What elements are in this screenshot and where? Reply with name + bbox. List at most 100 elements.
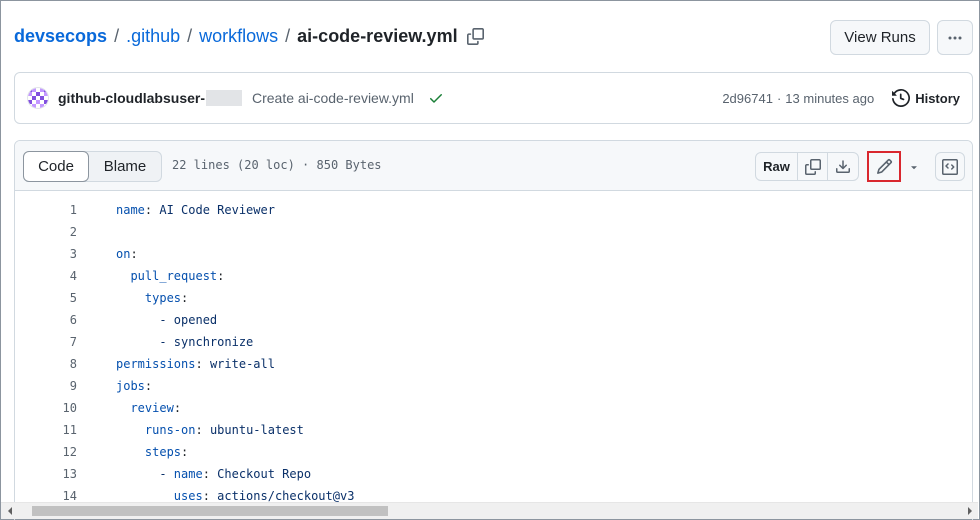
breadcrumb-github-link[interactable]: .github — [126, 26, 180, 47]
line-number[interactable]: 4 — [15, 269, 77, 283]
yaml-key: pull_request — [130, 269, 218, 283]
triangle-down-icon — [911, 166, 917, 170]
breadcrumb-separator: / — [114, 26, 120, 46]
code-line: 9 jobs: — [15, 375, 972, 397]
yaml-key: name — [173, 467, 203, 481]
yaml-value: actions/checkout@v3 — [209, 489, 355, 503]
scroll-left-arrow-icon[interactable] — [1, 503, 18, 519]
breadcrumb-file-name: ai-code-review.yml — [297, 26, 458, 46]
history-button[interactable]: History — [892, 89, 960, 107]
commit-age: 13 minutes ago — [785, 90, 875, 106]
yaml-value: - synchronize — [159, 335, 254, 349]
file-actions-group: Raw — [755, 152, 859, 181]
yaml-colon: : — [130, 247, 138, 261]
latest-commit-box: github-cloudlabsuser- Create ai-code-rev… — [14, 72, 973, 124]
line-content: name: AI Code Reviewer — [116, 203, 275, 217]
commit-message-link[interactable]: Create ai-code-review.yml — [252, 90, 414, 106]
yaml-key: uses — [173, 489, 203, 503]
code-line: 3 on: — [15, 243, 972, 265]
line-number[interactable]: 9 — [15, 379, 77, 393]
line-content: pull_request: — [116, 269, 224, 283]
yaml-value: AI Code Reviewer — [152, 203, 275, 217]
yaml-colon: : — [202, 489, 210, 503]
tab-code[interactable]: Code — [23, 151, 89, 182]
scroll-right-arrow-icon[interactable] — [961, 503, 978, 519]
line-number[interactable]: 3 — [15, 247, 77, 261]
yaml-key: types — [144, 291, 182, 305]
view-mode-toggle: Code Blame — [23, 151, 162, 182]
yaml-value: write-all — [202, 357, 275, 371]
line-content: - name: Checkout Repo — [116, 467, 311, 481]
yaml-value: - opened — [159, 313, 218, 327]
kebab-horizontal-icon — [947, 30, 963, 46]
line-number[interactable]: 11 — [15, 423, 77, 437]
line-number[interactable]: 6 — [15, 313, 77, 327]
yaml-key: jobs — [116, 379, 145, 393]
breadcrumb-workflows-link[interactable]: workflows — [199, 26, 278, 47]
symbols-panel-button[interactable] — [935, 152, 965, 181]
copy-path-icon[interactable] — [466, 28, 484, 45]
history-label: History — [915, 90, 960, 106]
code-line: 8 permissions: write-all — [15, 353, 972, 375]
avatar[interactable] — [27, 87, 49, 109]
line-number[interactable]: 1 — [15, 203, 77, 217]
download-button[interactable] — [828, 153, 858, 180]
yaml-colon: : — [144, 379, 153, 393]
yaml-key: on — [116, 247, 131, 261]
line-number[interactable]: 13 — [15, 467, 77, 481]
commit-info: 2d96741 · 13 minutes ago History — [722, 89, 960, 107]
breadcrumb-separator: / — [285, 26, 291, 46]
yaml-colon: : — [195, 423, 203, 437]
breadcrumb: devsecops / .github / workflows / ai-cod… — [14, 26, 484, 47]
breadcrumb-separator: / — [187, 26, 193, 46]
copy-icon — [804, 158, 821, 175]
history-icon — [892, 89, 911, 107]
line-number[interactable]: 2 — [15, 225, 77, 239]
edit-options-dropdown[interactable] — [903, 155, 925, 179]
line-content: review: — [116, 401, 181, 415]
code-view: 1 name: AI Code Reviewer 2 3 on: 4 pull_reque… — [15, 199, 972, 507]
line-number[interactable]: 12 — [15, 445, 77, 459]
yaml-colon: : — [181, 445, 189, 459]
line-number[interactable]: 5 — [15, 291, 77, 305]
yaml-key: review — [130, 401, 174, 415]
line-number[interactable]: 10 — [15, 401, 77, 415]
line-number[interactable]: 7 — [15, 335, 77, 349]
code-line: 5 types: — [15, 287, 972, 309]
horizontal-scrollbar[interactable] — [1, 502, 978, 519]
yaml-key: runs-on — [144, 423, 196, 437]
line-number[interactable]: 14 — [15, 489, 77, 503]
commit-author-link[interactable]: github-cloudlabsuser- — [58, 90, 205, 106]
copy-raw-button[interactable] — [798, 153, 828, 180]
code-line: 7 - synchronize — [15, 331, 972, 353]
tab-blame[interactable]: Blame — [89, 152, 161, 181]
commit-sha-link[interactable]: 2d96741 — [722, 91, 773, 106]
scrollbar-thumb[interactable] — [32, 506, 388, 516]
line-content: uses: actions/checkout@v3 — [116, 489, 355, 503]
more-options-button[interactable] — [937, 20, 973, 55]
code-line: 1 name: AI Code Reviewer — [15, 199, 972, 221]
check-icon[interactable] — [428, 90, 444, 106]
line-indent: - — [116, 467, 174, 481]
view-runs-button[interactable]: View Runs — [830, 20, 930, 55]
code-line: 4 pull_request: — [15, 265, 972, 287]
download-icon — [836, 159, 850, 173]
edit-file-button[interactable] — [867, 151, 901, 182]
code-line: 13 - name: Checkout Repo — [15, 463, 972, 485]
breadcrumb-repo-link[interactable]: devsecops — [14, 26, 107, 47]
redacted-username-block — [206, 90, 242, 106]
line-number[interactable]: 8 — [15, 357, 77, 371]
yaml-colon: : — [181, 291, 189, 305]
yaml-key: permissions — [116, 357, 196, 371]
yaml-colon: : — [202, 467, 210, 481]
raw-button[interactable]: Raw — [756, 153, 798, 180]
yaml-colon: : — [195, 357, 203, 371]
